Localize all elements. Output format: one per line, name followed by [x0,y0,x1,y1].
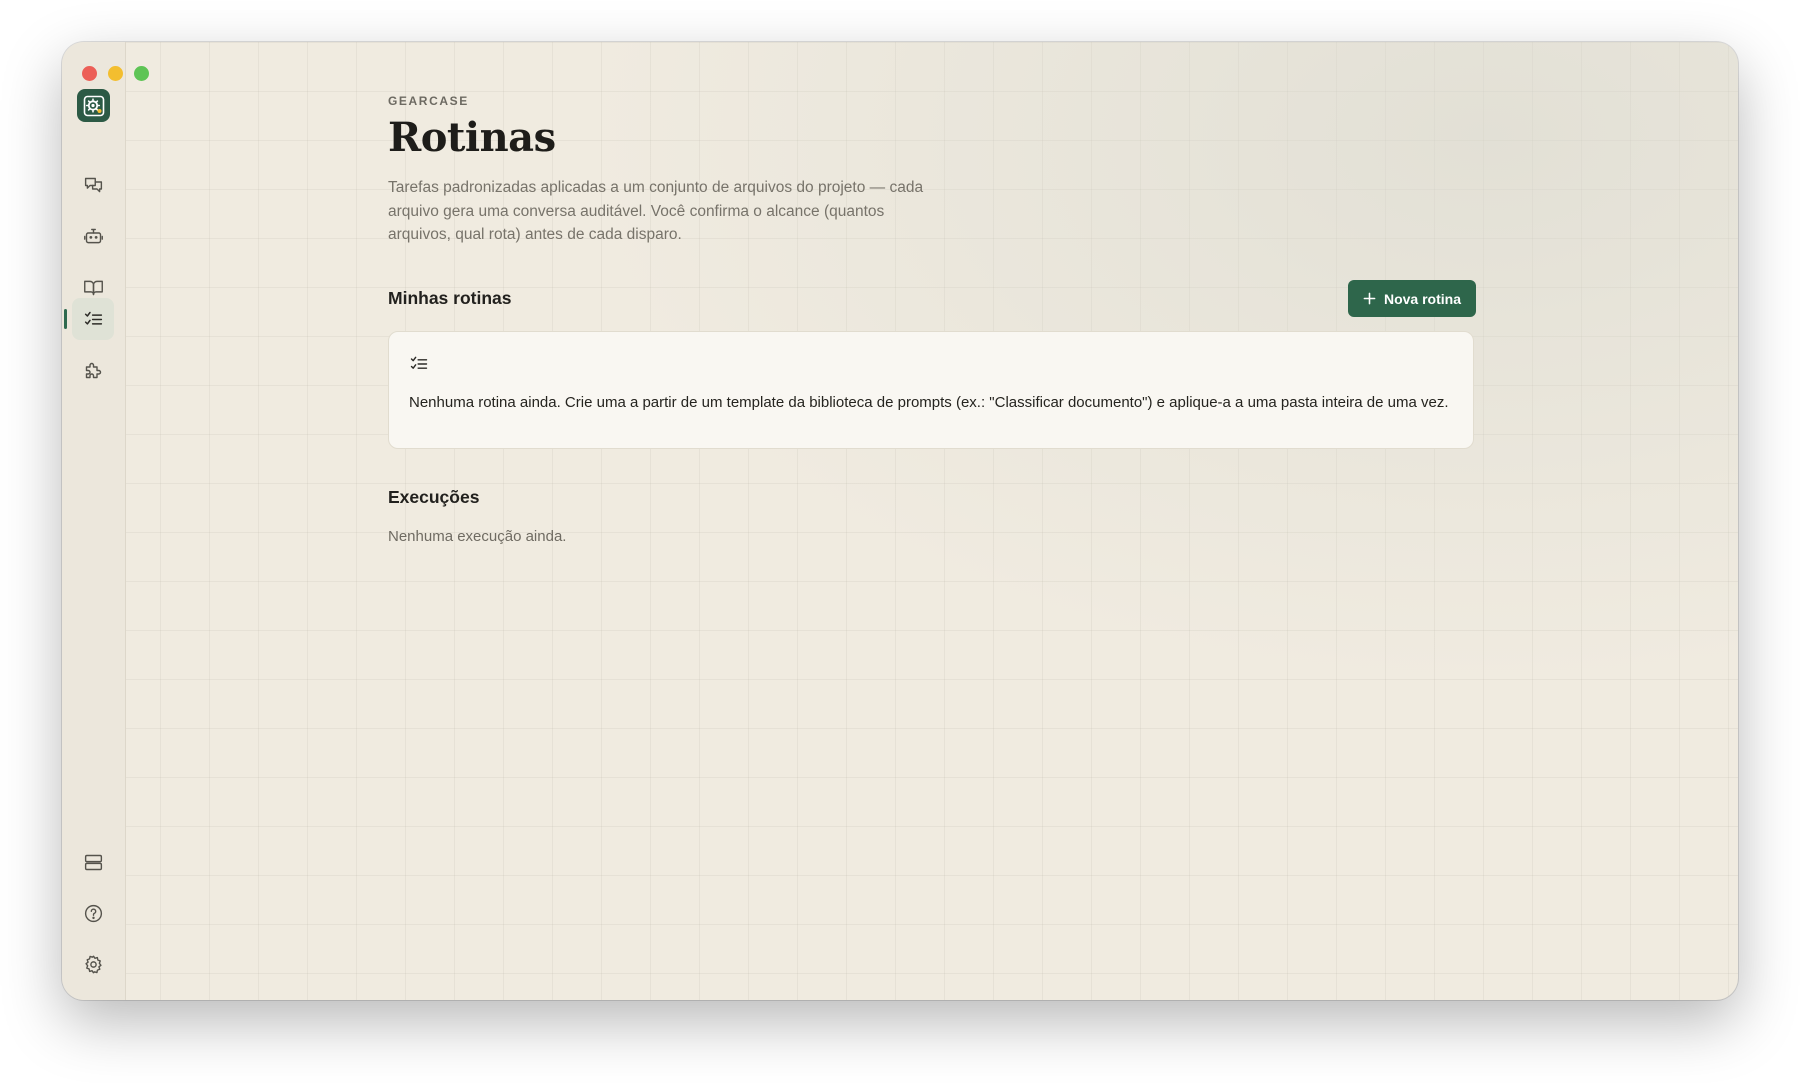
checklist-icon [410,356,428,369]
robot-icon [83,228,103,243]
puzzle-icon [85,362,101,378]
page-description: Tarefas padronizadas aplicadas a um conj… [388,179,924,243]
app-logo[interactable] [77,89,110,122]
minimize-window-button[interactable] [108,66,123,81]
sidebar-item-routines[interactable] [72,298,114,340]
sidebar [62,42,149,1000]
plus-icon [1363,292,1376,305]
sidebar-item-plugins[interactable] [72,349,114,391]
new-routine-button[interactable]: Nova rotina [1347,280,1476,317]
gear-icon [84,954,102,974]
routines-empty-message: Nenhuma rotina ainda. Crie uma a partir … [409,394,1449,411]
active-indicator [64,309,67,329]
executions-empty-message: Nenhuma execução ainda. [388,528,567,545]
routines-empty-card: Nenhuma rotina ainda. Crie uma a partir … [388,331,1474,449]
sidebar-item-conversations[interactable] [72,164,114,206]
checklist-icon [84,311,102,325]
sidebar-item-storage[interactable] [72,841,114,883]
new-routine-button-label: Nova rotina [1383,290,1461,307]
app-eyebrow: GEARCASE [388,94,469,108]
server-icon [84,854,102,870]
gear-logo-icon [83,95,104,116]
chat-bubbles-icon [84,177,102,192]
routines-section-title: Minhas rotinas [388,288,512,308]
executions-section-title: Execuções [388,487,480,507]
close-window-button[interactable] [82,66,97,81]
page-title: Rotinas [388,114,556,161]
sidebar-item-help[interactable] [72,892,114,934]
app-window: GEARCASE Rotinas Tarefas padronizadas ap… [62,42,1738,1000]
book-icon [83,280,103,295]
help-icon [84,904,102,922]
maximize-window-button[interactable] [134,66,149,81]
sidebar-item-agents[interactable] [72,215,114,257]
sidebar-item-settings[interactable] [72,943,114,985]
